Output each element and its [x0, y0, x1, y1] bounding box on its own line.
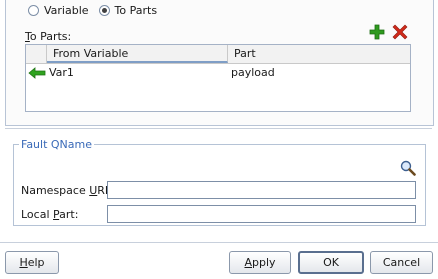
local-part-field[interactable] — [107, 205, 416, 223]
section-divider — [5, 128, 432, 129]
column-header-part[interactable]: Part — [228, 45, 410, 63]
delete-icon[interactable] — [392, 24, 408, 40]
to-parts-radio[interactable] — [98, 5, 110, 16]
to-parts-label: To Parts: — [25, 30, 72, 43]
cancel-button[interactable]: Cancel — [370, 251, 433, 274]
namespace-uri-label: Namespace URI: — [21, 184, 112, 197]
namespace-uri-field[interactable] — [107, 181, 416, 199]
fault-qname-legend: Fault QName — [21, 138, 93, 151]
footer-separator — [0, 242, 438, 243]
table-header: From Variable Part — [26, 45, 410, 64]
help-button[interactable]: Help — [5, 251, 59, 274]
variable-radio[interactable] — [28, 5, 39, 16]
to-parts-radio-label[interactable]: To Parts — [115, 4, 158, 17]
table-row[interactable]: Var1 payload — [26, 64, 410, 82]
column-header-from-variable[interactable]: From Variable — [47, 45, 228, 63]
from-variable-cell[interactable]: Var1 — [49, 64, 74, 82]
variable-radio-label[interactable]: Variable — [44, 4, 89, 17]
local-part-label: Local Part: — [21, 208, 79, 221]
apply-button[interactable]: Apply — [229, 251, 291, 274]
left-arrow-icon — [28, 67, 46, 79]
mode-radio-group: Variable To Parts — [28, 4, 167, 17]
part-cell[interactable]: payload — [231, 64, 275, 82]
search-icon[interactable] — [400, 160, 416, 176]
to-parts-table: From Variable Part Var1 payload — [25, 44, 411, 112]
add-icon[interactable] — [369, 24, 385, 40]
row-header-corner — [26, 45, 47, 63]
ok-button[interactable]: OK — [298, 251, 364, 274]
